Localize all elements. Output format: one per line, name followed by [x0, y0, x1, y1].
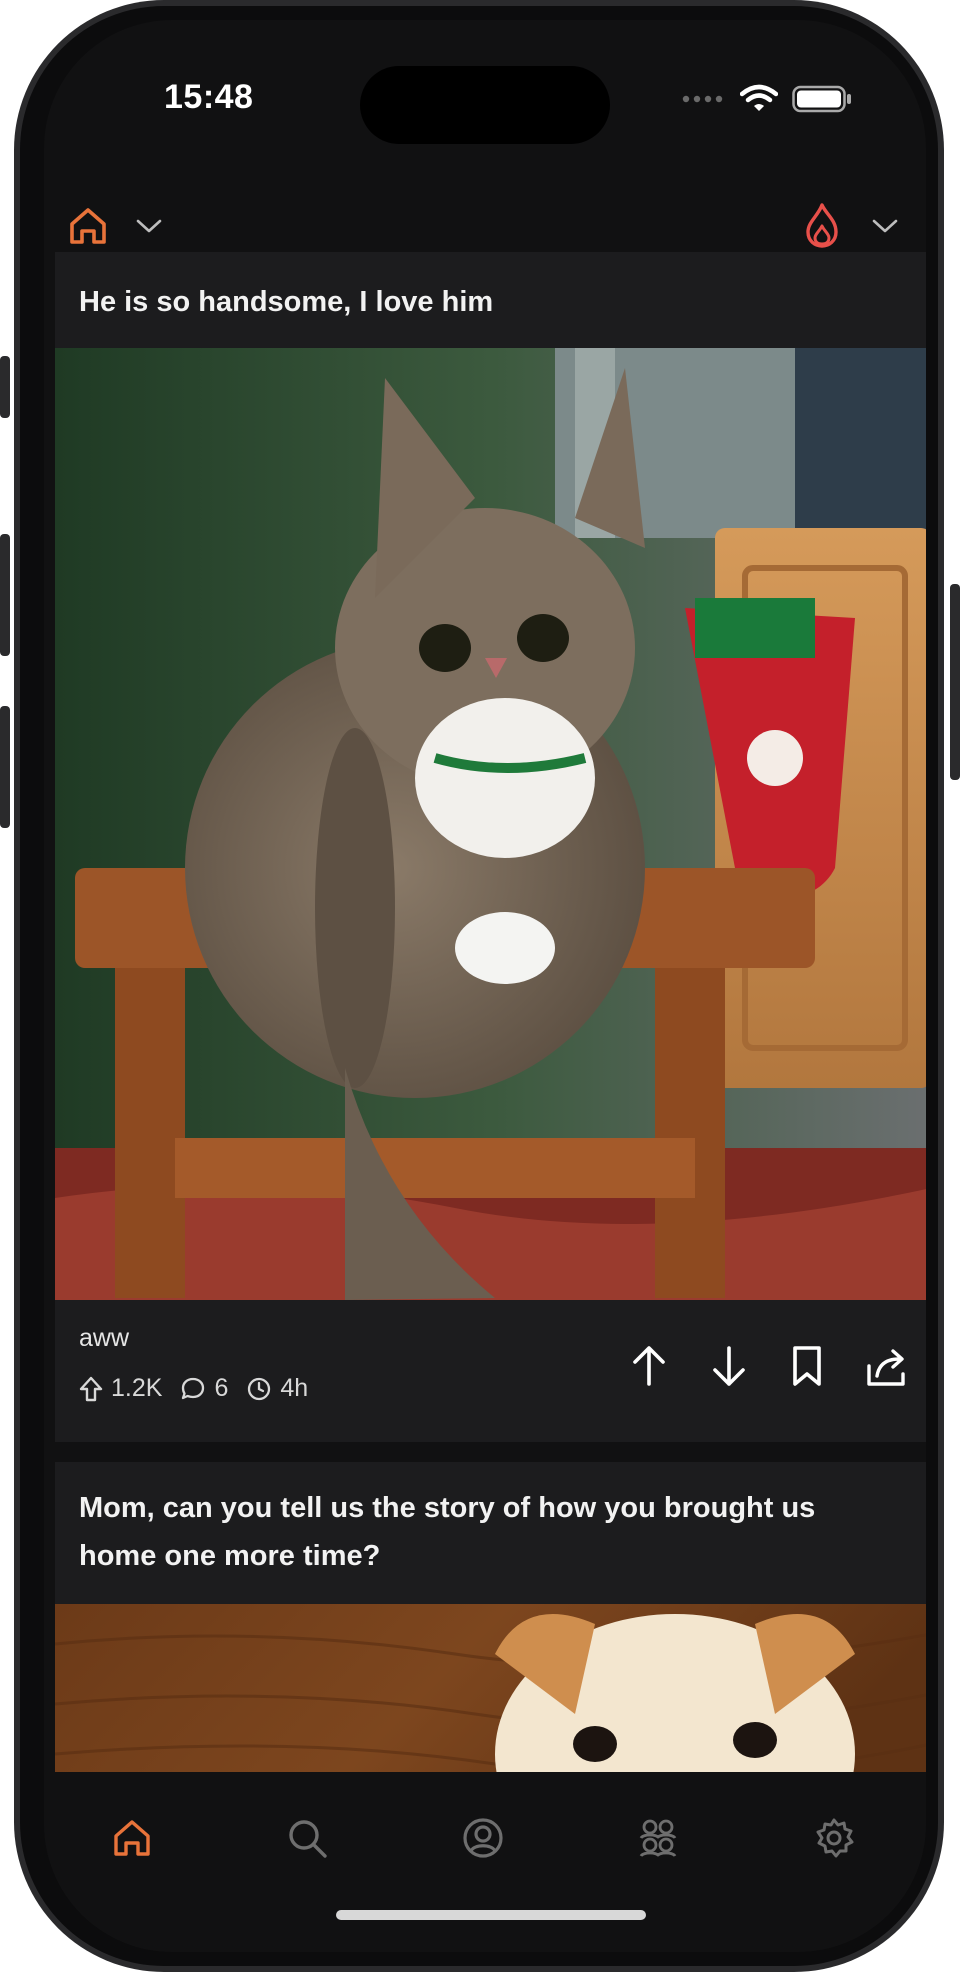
post-age-stat: 4h: [246, 1374, 308, 1403]
home-icon: [114, 1820, 150, 1856]
status-icons: [682, 84, 852, 114]
post-card[interactable]: He is so handsome, I love him aww 1.2K 6…: [55, 252, 926, 1442]
volume-up-button: [0, 534, 10, 656]
arrow-up-outline-icon: [79, 1376, 103, 1401]
search-icon: [289, 1820, 327, 1858]
post-image-cat[interactable]: [55, 348, 926, 1300]
sort-selector[interactable]: [802, 200, 912, 252]
tab-bar: [44, 1772, 926, 1952]
post-title[interactable]: Mom, can you tell us the story of how yo…: [55, 1484, 923, 1580]
post-actions: [629, 1344, 909, 1388]
post-age: 4h: [280, 1374, 309, 1402]
gear-icon: [816, 1818, 854, 1858]
comment-icon: [182, 1377, 205, 1399]
clock-icon: [248, 1377, 271, 1400]
post-stats: 1.2K 6 4h: [79, 1374, 316, 1403]
comment-count: 6: [214, 1374, 229, 1402]
app-screen: 15:48 He is so handsome, I love him aww …: [44, 20, 926, 1952]
dynamic-island: [360, 66, 610, 144]
comment-count-stat: 6: [180, 1374, 228, 1403]
bookmark-icon[interactable]: [789, 1344, 825, 1388]
chevron-down-icon: [872, 219, 898, 233]
tab-home[interactable]: [102, 1808, 162, 1868]
downvote-icon[interactable]: [709, 1344, 749, 1388]
dog-photo: [55, 1604, 926, 1782]
chevron-down-icon: [136, 219, 162, 233]
action-button: [0, 356, 10, 418]
communities-icon: [639, 1819, 677, 1857]
battery-icon: [792, 85, 851, 113]
signal-icon: [682, 95, 723, 103]
status-bar: 15:48: [44, 20, 926, 180]
wifi-icon: [740, 84, 778, 111]
post-image-dog[interactable]: [55, 1604, 926, 1782]
cat-photo: [55, 348, 926, 1300]
post-card[interactable]: Mom, can you tell us the story of how yo…: [55, 1462, 926, 1782]
tab-search[interactable]: [277, 1808, 337, 1868]
post-title[interactable]: He is so handsome, I love him: [55, 278, 517, 326]
upvote-count: 1.2K: [111, 1374, 163, 1402]
post-community[interactable]: aww: [79, 1324, 129, 1353]
home-indicator[interactable]: [336, 1910, 646, 1920]
upvote-icon[interactable]: [629, 1344, 669, 1388]
home-icon: [70, 208, 106, 244]
home-feed-selector[interactable]: [66, 200, 176, 252]
tab-profile[interactable]: [453, 1808, 513, 1868]
profile-icon: [463, 1818, 503, 1858]
share-icon[interactable]: [865, 1344, 909, 1388]
power-button: [950, 584, 960, 780]
volume-down-button: [0, 706, 10, 828]
upvote-count-stat: 1.2K: [79, 1374, 162, 1403]
status-time: 15:48: [164, 78, 254, 116]
tab-settings[interactable]: [804, 1808, 864, 1868]
tab-communities[interactable]: [628, 1808, 688, 1868]
flame-icon: [806, 203, 838, 248]
